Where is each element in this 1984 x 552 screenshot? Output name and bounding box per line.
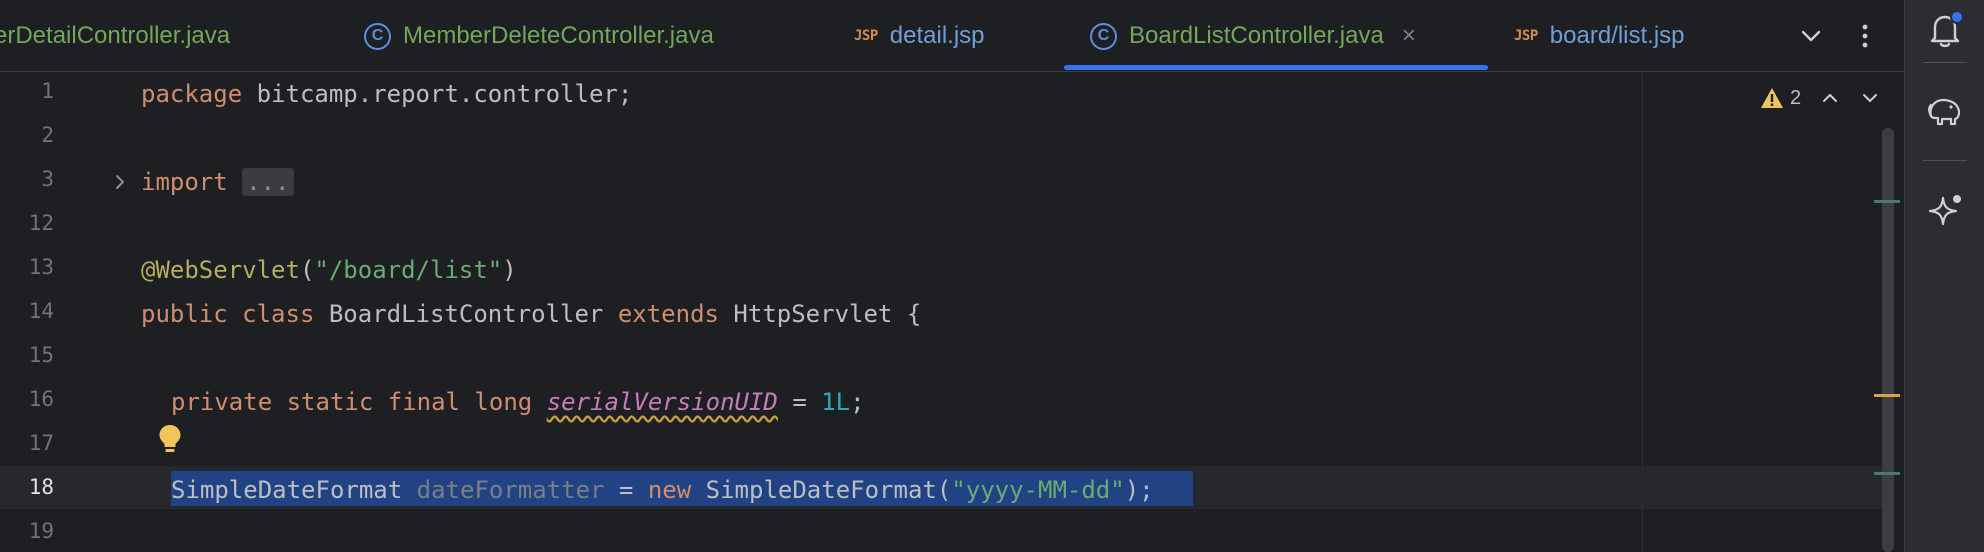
tab-member-detail-controller[interactable]: erDetailController.java xyxy=(0,0,231,71)
toolbar-separator xyxy=(1923,160,1967,161)
vertical-scrollbar[interactable] xyxy=(1882,128,1894,552)
sparkle-icon xyxy=(1928,195,1961,226)
class-icon: C xyxy=(1090,22,1117,50)
keyword: extends xyxy=(617,300,719,328)
class-name: BoardListController xyxy=(314,300,618,328)
code-line-14: public class BoardListController extends… xyxy=(141,293,921,336)
inspection-widget[interactable]: 2 xyxy=(1760,83,1881,113)
tab-member-delete-controller[interactable]: C MemberDeleteController.java xyxy=(364,0,714,71)
keyword: public class xyxy=(141,300,315,328)
code-line-18: SimpleDateFormat dateFormatter = new Sim… xyxy=(171,469,1154,512)
tab-board-list-jsp[interactable]: JSP board/list.jsp xyxy=(1514,0,1685,71)
paren: ( xyxy=(299,256,315,284)
jsp-icon: JSP xyxy=(1514,28,1538,44)
tab-label: erDetailController.java xyxy=(0,22,231,49)
code-line-16: private static final long serialVersionU… xyxy=(171,381,865,424)
bell-icon xyxy=(1930,10,1964,48)
keyword: private static final long xyxy=(171,388,533,416)
jsp-icon: JSP xyxy=(854,28,878,44)
punctuation: ); xyxy=(1124,476,1154,504)
keyword: import xyxy=(141,168,228,196)
operator: = xyxy=(604,476,648,504)
type-name: SimpleDateFormat xyxy=(171,476,417,504)
tab-options-button[interactable] xyxy=(1850,0,1880,71)
warning-icon xyxy=(1761,88,1783,108)
error-stripe-mark[interactable] xyxy=(1874,200,1900,203)
folded-imports[interactable]: ... xyxy=(242,168,294,196)
warning-indicator[interactable]: 2 xyxy=(1760,87,1801,110)
annotation: @WebServlet xyxy=(141,256,300,284)
tab-detail-jsp[interactable]: JSP detail.jsp xyxy=(854,0,985,71)
code-line-13: @WebServlet("/board/list") xyxy=(141,249,517,292)
tab-label: BoardListController.java xyxy=(1129,22,1384,49)
operator: = xyxy=(777,388,822,416)
tab-board-list-controller[interactable]: C BoardListController.java × xyxy=(1090,0,1416,71)
string-literal: "/board/list" xyxy=(314,256,503,284)
tab-label: board/list.jsp xyxy=(1549,22,1685,49)
keyword: package xyxy=(141,80,243,108)
tab-list-button[interactable] xyxy=(1796,0,1826,71)
database-tool-button[interactable] xyxy=(1905,88,1984,132)
string-literal: "yyyy-MM-dd" xyxy=(951,476,1125,504)
close-icon[interactable]: × xyxy=(1402,22,1416,50)
more-vertical-icon xyxy=(1862,24,1868,48)
notifications-button[interactable] xyxy=(1905,8,1984,52)
tab-label: MemberDeleteController.java xyxy=(403,22,714,49)
code-editor[interactable]: 1 2 3 12 13 14 15 16 17 18 19 package bi… xyxy=(0,73,1904,552)
tab-label: detail.jsp xyxy=(889,22,985,49)
code-area[interactable]: package bitcamp.report.controller; impor… xyxy=(0,73,1904,552)
editor-tab-bar: erDetailController.java C MemberDeleteCo… xyxy=(0,0,1904,72)
superclass: HttpServlet { xyxy=(718,300,922,328)
class-icon: C xyxy=(364,22,391,50)
warning-stripe-mark[interactable] xyxy=(1874,394,1900,397)
package-name: bitcamp.report.controller; xyxy=(242,80,633,108)
chevron-down-icon[interactable] xyxy=(1859,87,1881,109)
static-field: serialVersionUID xyxy=(546,388,778,416)
keyword: new xyxy=(647,476,692,504)
field-name: dateFormatter xyxy=(416,476,605,504)
chevron-down-icon xyxy=(1801,30,1821,42)
code-line-1: package bitcamp.report.controller; xyxy=(141,73,632,116)
active-tab-indicator xyxy=(1064,65,1488,70)
right-tool-strip xyxy=(1904,0,1984,552)
error-stripe-mark[interactable] xyxy=(1874,472,1900,475)
ai-assistant-button[interactable] xyxy=(1905,190,1984,234)
toolbar-separator xyxy=(1923,62,1967,63)
constructor: SimpleDateFormat( xyxy=(691,476,952,504)
code-line-3: import ... xyxy=(141,161,294,204)
warning-count: 2 xyxy=(1790,86,1802,109)
semicolon: ; xyxy=(850,388,865,416)
elephant-icon xyxy=(1928,98,1961,126)
paren: ) xyxy=(502,256,517,284)
chevron-up-icon[interactable] xyxy=(1819,87,1841,109)
number-literal: 1L xyxy=(821,388,851,416)
